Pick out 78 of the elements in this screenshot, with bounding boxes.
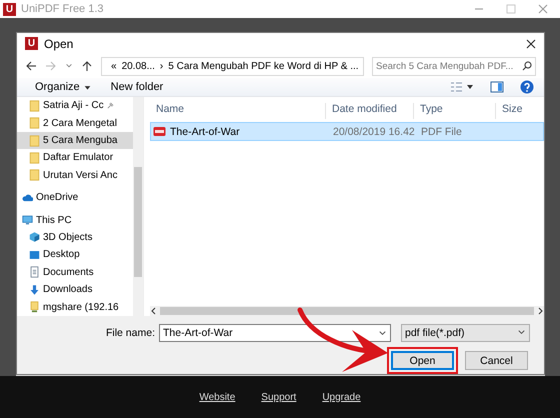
file-type: PDF File [420,126,463,138]
nav-item[interactable]: Desktop [17,246,133,264]
column-header[interactable]: Type [414,103,496,120]
address-bar[interactable]: « 20.08... › 5 Cara Mengubah PDF ke Word di HP & ... [101,56,364,76]
search-field[interactable]: Search 5 Cara Mengubah PDF... [372,56,536,76]
computer-icon [22,214,33,226]
nav-label: Desktop [43,249,80,260]
nav-item[interactable]: 3D Objects [17,228,133,246]
nav-label: This PC [36,214,72,226]
nav-item[interactable]: Documents [17,264,133,281]
nav-label: Satria Aji - Cc [43,100,104,112]
footer-link[interactable]: Website [199,392,236,402]
cloud-icon [22,192,33,204]
file-type-dropdown[interactable]: pdf file(*.pdf) [401,324,530,342]
dropdown-icon[interactable] [378,328,387,338]
preview-pane-icon[interactable] [490,81,504,94]
scrollbar[interactable] [133,97,143,316]
footer-link[interactable]: Upgrade [322,392,361,402]
open-button[interactable]: Open [391,351,454,370]
window-title: UniPDF Free 1.3 [21,3,105,15]
column-header[interactable]: Size [496,103,544,120]
toolbar-button[interactable]: New folder [102,79,172,96]
nav-label: 3D Objects [43,232,92,243]
up-icon[interactable] [81,60,93,72]
scroll-left-icon[interactable] [150,306,158,315]
caret-icon [84,84,91,91]
nav-label: Daftar Emulator [43,152,114,164]
folder-icon [29,152,40,164]
close-icon[interactable] [526,38,536,49]
nav-label: Downloads [43,284,92,296]
nav-item[interactable]: 5 Cara Menguba [17,132,133,150]
nav-label: 2 Cara Mengetal [43,118,117,129]
folder-icon [29,169,40,182]
document-icon [29,266,40,278]
toolbar-button[interactable]: Organize [27,79,99,96]
file-name: The-Art-of-War [170,126,240,138]
app-logo: U [3,2,16,16]
dialog-logo: U [25,37,38,50]
download-icon [29,284,40,296]
nav-item[interactable]: mgshare (192.16 [17,298,133,316]
folder-icon [29,134,40,147]
pdf-file-icon [153,126,166,138]
file-date: 20/08/2019 16.42 [332,126,415,138]
dialog-title: Open [44,36,74,51]
nav-item[interactable]: Satria Aji - Cc [17,97,133,114]
path-segment[interactable]: 5 Cara Mengubah PDF ke Word di HP & ... [168,60,359,72]
column-header[interactable]: Name [150,103,326,120]
column-header[interactable]: Date modified [326,103,414,120]
path-segment[interactable]: 20.08... [122,60,155,72]
folder-icon [29,100,40,112]
nav-item[interactable]: Downloads [17,280,133,298]
nav-label: mgshare (192.16 [43,302,119,313]
separator-icon: › [160,60,164,72]
footer-link[interactable]: Support [261,392,296,402]
view-options-icon[interactable] [450,81,474,94]
nav-item[interactable]: Urutan Versi Anc [17,166,133,184]
search-icon [522,60,532,71]
folder-icon [29,117,40,130]
desktop-icon [29,248,40,261]
network-drive-icon [29,301,40,314]
nav-item[interactable]: Daftar Emulator [17,149,133,167]
file-name-label: File name: [104,326,155,339]
file-name-field[interactable]: The-Art-of-War [159,324,391,342]
nav-label: OneDrive [36,192,78,204]
nav-item[interactable]: OneDrive [17,189,133,206]
back-icon[interactable] [25,60,37,72]
nav-label: Documents [43,266,94,278]
cancel-button[interactable]: Cancel [465,351,528,370]
help-icon[interactable] [520,80,534,94]
scrollbar[interactable] [150,306,544,316]
nav-item[interactable]: 2 Cara Mengetal [17,114,133,132]
file-row[interactable]: The-Art-of-War 20/08/2019 16.42 PDF File [150,122,544,142]
nav-label: Urutan Versi Anc [43,170,118,181]
scroll-right-icon[interactable] [536,306,544,315]
path-segment[interactable]: « [111,60,117,72]
cube-icon [29,231,40,244]
nav-item[interactable]: This PC [17,211,133,229]
nav-label: 5 Cara Menguba [43,135,118,146]
